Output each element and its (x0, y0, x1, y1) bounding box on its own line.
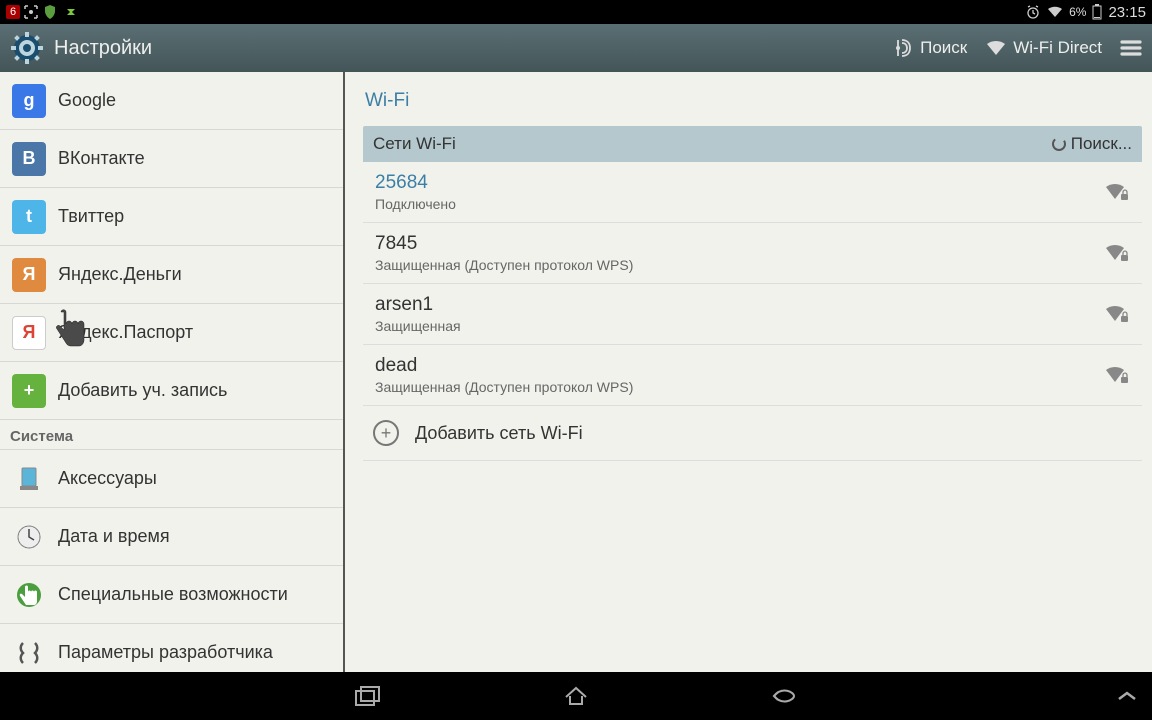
android-status-bar: 6 6% 23:15 (0, 0, 1152, 24)
sidebar-item-3[interactable]: Я Яндекс.Деньги (0, 246, 343, 304)
android-nav-bar (0, 672, 1152, 720)
wifi-network-item[interactable]: 25684 Подключено (363, 162, 1142, 223)
wifi-network-name: 25684 (375, 172, 456, 194)
app-icon: t (12, 200, 46, 234)
wifi-status-icon (1047, 5, 1063, 19)
sidebar-item-label: ВКонтакте (58, 148, 145, 169)
wifi-main-panel: Wi-Fi Сети Wi-Fi Поиск... 25684 Подключен… (345, 72, 1152, 672)
scanning-indicator: Поиск... (1051, 134, 1132, 154)
app-titlebar: Настройки Поиск Wi-Fi Direct (0, 24, 1152, 72)
app-icon: Я (12, 316, 46, 350)
sidebar-item-2[interactable]: t Твиттер (0, 188, 343, 246)
wifi-network-name: 7845 (375, 233, 633, 255)
recent-apps-button[interactable] (354, 685, 382, 707)
sidebar-item-label: Специальные возможности (58, 584, 288, 605)
sidebar-item-label: Яндекс.Деньги (58, 264, 182, 285)
sidebar-item-label: Дата и время (58, 526, 170, 547)
expand-button[interactable] (1116, 689, 1138, 703)
spinner-icon (1051, 136, 1067, 152)
charging-icon (61, 5, 79, 19)
wifi-signal-lock-icon (1104, 303, 1130, 325)
back-button[interactable] (770, 685, 798, 707)
wifi-network-item[interactable]: 7845 Защищенная (Доступен протокол WPS) (363, 223, 1142, 284)
alarm-icon (1025, 4, 1041, 20)
wifi-title: Wi-Fi (363, 90, 1142, 112)
system-icon (12, 638, 46, 668)
wifi-network-status: Защищенная (375, 318, 461, 334)
sidebar-item-5[interactable]: + Добавить уч. запись (0, 362, 343, 420)
search-button[interactable]: Поиск (892, 37, 967, 59)
sidebar-item-label: Яндекс.Паспорт (58, 322, 193, 343)
wifi-networks-header: Сети Wi-Fi Поиск... (363, 126, 1142, 162)
app-icon: B (12, 142, 46, 176)
wifi-signal-lock-icon (1104, 364, 1130, 386)
system-icon (12, 522, 46, 552)
sidebar-section-system: Система (0, 420, 343, 450)
titlebar-title: Настройки (54, 37, 152, 60)
wifi-signal-lock-icon (1104, 181, 1130, 203)
battery-percent: 6% (1069, 5, 1086, 19)
battery-icon (1092, 4, 1102, 20)
system-icon (12, 464, 46, 494)
system-icon (12, 580, 46, 610)
sidebar-system-item-1[interactable]: Дата и время (0, 508, 343, 566)
wifi-network-status: Защищенная (Доступен протокол WPS) (375, 379, 633, 395)
sidebar-item-1[interactable]: B ВКонтакте (0, 130, 343, 188)
sidebar-item-4[interactable]: Я Яндекс.Паспорт (0, 304, 343, 362)
menu-button[interactable] (1120, 39, 1142, 57)
shield-icon (42, 4, 58, 20)
sidebar-item-label: Твиттер (58, 206, 124, 227)
wifi-direct-button[interactable]: Wi-Fi Direct (985, 38, 1102, 58)
wifi-icon (985, 39, 1007, 57)
wifi-network-name: arsen1 (375, 294, 461, 316)
wifi-network-status: Защищенная (Доступен протокол WPS) (375, 257, 633, 273)
search-wave-icon (892, 37, 914, 59)
clock: 23:15 (1108, 4, 1146, 21)
settings-sidebar: gGoogleBВКонтактеtТвиттерЯЯндекс.ДеньгиЯ… (0, 72, 345, 672)
app-icon: Я (12, 258, 46, 292)
add-wifi-network-button[interactable]: + Добавить сеть Wi-Fi (363, 406, 1142, 461)
settings-gear-icon (10, 31, 44, 65)
app-icon: g (12, 84, 46, 118)
notification-badge: 6 (6, 5, 20, 19)
wifi-signal-lock-icon (1104, 242, 1130, 264)
plus-circle-icon: + (373, 420, 399, 446)
sidebar-item-label: Добавить уч. запись (58, 380, 227, 401)
sidebar-item-0[interactable]: g Google (0, 72, 343, 130)
sidebar-system-item-2[interactable]: Специальные возможности (0, 566, 343, 624)
wifi-network-item[interactable]: arsen1 Защищенная (363, 284, 1142, 345)
app-icon: + (12, 374, 46, 408)
wifi-network-name: dead (375, 355, 633, 377)
wifi-network-item[interactable]: dead Защищенная (Доступен протокол WPS) (363, 345, 1142, 406)
sidebar-item-label: Параметры разработчика (58, 642, 273, 663)
sidebar-item-label: Аксессуары (58, 468, 157, 489)
sidebar-system-item-0[interactable]: Аксессуары (0, 450, 343, 508)
wifi-network-status: Подключено (375, 196, 456, 212)
sidebar-system-item-3[interactable]: Параметры разработчика (0, 624, 343, 672)
home-button[interactable] (562, 685, 590, 707)
focus-icon (23, 4, 39, 20)
sidebar-item-label: Google (58, 90, 116, 111)
hamburger-menu-icon (1120, 39, 1142, 57)
